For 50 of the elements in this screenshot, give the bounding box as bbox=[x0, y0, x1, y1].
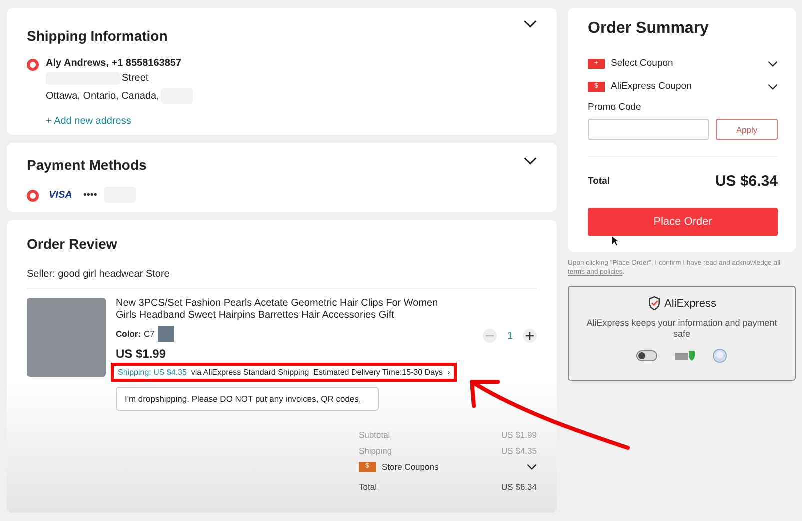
badge-icon bbox=[674, 350, 696, 362]
total-label: Total bbox=[588, 176, 610, 187]
badge-icon bbox=[712, 348, 728, 364]
badge-icon bbox=[636, 350, 658, 362]
apply-button[interactable]: Apply bbox=[716, 119, 778, 140]
product-title: New 3PCS/Set Fashion Pearls Acetate Geometric Hair Clips For Women Girls Headband Sweet Hairpins Barrettes Hair Accessories Gift bbox=[116, 298, 440, 322]
chevron-down-icon[interactable] bbox=[527, 464, 537, 470]
coupon-label[interactable]: Select Coupon bbox=[611, 58, 674, 69]
promo-code-field[interactable] bbox=[588, 119, 709, 140]
quantity-value: 1 bbox=[507, 330, 513, 342]
recipient-name: Aly Andrews, +1 8558163857 bbox=[46, 58, 183, 69]
promo-code-label: Promo Code bbox=[588, 102, 642, 113]
street-text: Street bbox=[122, 73, 149, 84]
summary-label: Shipping bbox=[359, 446, 392, 456]
add-address-link[interactable]: + Add new address bbox=[46, 116, 132, 127]
shield-check-icon bbox=[648, 296, 661, 311]
summary-value: US $4.35 bbox=[502, 446, 537, 456]
product-price: US $1.99 bbox=[116, 347, 168, 361]
total-value: US $6.34 bbox=[715, 173, 778, 190]
brand-name: AliExpress bbox=[664, 298, 716, 310]
city-text: Ottawa, Ontario, Canada, bbox=[46, 90, 160, 102]
chevron-down-icon[interactable] bbox=[768, 60, 778, 66]
card-brand-text: VISA bbox=[49, 190, 72, 200]
increase-button[interactable] bbox=[523, 329, 537, 343]
color-value: C7 bbox=[144, 329, 155, 339]
security-text: AliExpress keeps your information and payment safe bbox=[586, 318, 778, 340]
chevron-down-icon[interactable] bbox=[524, 20, 537, 28]
summary-label: Subtotal bbox=[359, 430, 390, 440]
photo-placeholder bbox=[158, 326, 174, 342]
summary-label: Total bbox=[359, 482, 377, 492]
order-note-field[interactable]: I'm dropshipping. Please DO NOT put any invoices, QR codes, bbox=[116, 387, 379, 411]
section-title: Order Summary bbox=[588, 20, 710, 38]
section-title: Shipping Information bbox=[27, 28, 168, 44]
section-title: Payment Methods bbox=[27, 157, 147, 173]
summary-value: US $1.99 bbox=[502, 430, 537, 440]
chevron-down-icon[interactable] bbox=[768, 84, 778, 90]
radio-button[interactable] bbox=[27, 59, 39, 71]
chevron-down-icon[interactable] bbox=[524, 157, 537, 165]
summary-value: US $6.34 bbox=[502, 482, 537, 492]
plus-icon bbox=[525, 331, 535, 341]
radio-button[interactable] bbox=[27, 190, 39, 202]
cursor-icon bbox=[612, 236, 619, 247]
color-label: Color: bbox=[116, 329, 142, 339]
place-order-button[interactable]: Place Order bbox=[588, 208, 778, 236]
shipping-option[interactable]: Shipping: US $4.35 via AliExpress Standard Shipping Estimated Delivery Time:15-30 Days › bbox=[111, 363, 458, 382]
seller-name: Seller: good girl headwear Store bbox=[27, 269, 537, 289]
coupon-label[interactable]: AliExpress Coupon bbox=[611, 81, 692, 92]
masked-card-number: •••• bbox=[83, 190, 98, 200]
section-title: Order Review bbox=[27, 236, 118, 252]
coupon-label[interactable]: Store Coupons bbox=[382, 462, 439, 472]
